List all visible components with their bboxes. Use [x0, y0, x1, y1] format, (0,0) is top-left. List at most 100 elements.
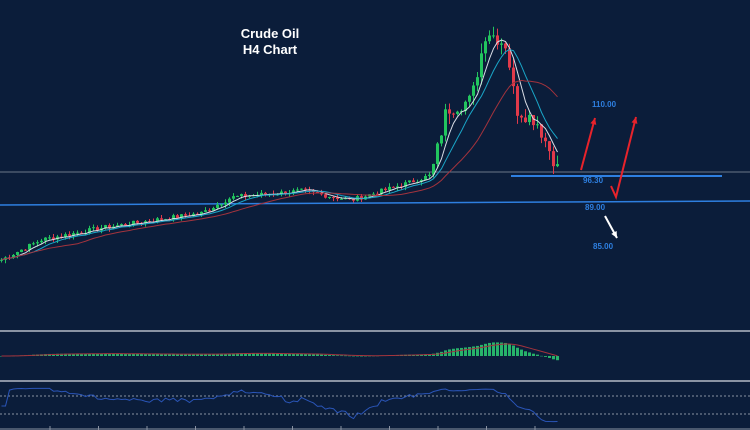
candle-body [328, 196, 331, 198]
macd-bar [520, 349, 523, 356]
candle-body [444, 109, 447, 136]
candle-body [520, 115, 523, 118]
candle-body [216, 204, 219, 209]
macd-bar [320, 354, 323, 356]
candle-body [452, 113, 455, 115]
macd-bar [312, 354, 315, 356]
candle-body [412, 180, 415, 183]
candle-body [528, 115, 531, 123]
title-instrument: Crude Oil [240, 26, 300, 41]
candle-body [472, 85, 475, 96]
candle-body [556, 164, 559, 167]
chart-title: Crude Oil H4 Chart [225, 26, 315, 58]
macd-bar [352, 355, 355, 357]
candle-body [240, 194, 243, 196]
candle-body [488, 35, 491, 42]
macd-bar [488, 342, 491, 356]
candle-body [160, 218, 163, 220]
candle-body [536, 124, 539, 126]
level-label-89: 89.00 [585, 203, 606, 212]
candle-body [36, 242, 39, 244]
title-timeframe: H4 Chart [242, 42, 298, 57]
macd-bar [284, 353, 287, 356]
panel-separator [0, 330, 750, 332]
candle-body [228, 198, 231, 203]
macd-bar [492, 342, 495, 356]
candle-body [176, 215, 179, 218]
level-label-96: 96.30 [583, 176, 604, 185]
candle-body [480, 53, 483, 78]
candle-body [456, 111, 459, 114]
candle-body [44, 237, 47, 241]
level-label-85: 85.00 [593, 242, 614, 251]
macd-bar [316, 354, 319, 356]
macd-bar [460, 347, 463, 356]
candle-body [136, 220, 139, 223]
candle-body [68, 234, 71, 236]
candle-body [384, 188, 387, 191]
candle-body [48, 237, 51, 239]
macd-bar [336, 355, 339, 356]
macd-bar [540, 355, 543, 357]
macd-bar [504, 342, 507, 356]
candle-body [476, 77, 479, 86]
candle-body [468, 95, 471, 102]
macd-bar [536, 354, 539, 356]
candle-body [340, 198, 343, 200]
macd-bar [512, 345, 515, 356]
candle-body [304, 188, 307, 190]
candle-body [504, 43, 507, 49]
candle-body [388, 186, 391, 191]
macd-bar [516, 347, 519, 356]
candle-body [224, 202, 227, 205]
candle-body [204, 210, 207, 212]
macd-bar [332, 355, 335, 356]
macd-bar [344, 355, 347, 357]
macd-bar [528, 352, 531, 356]
macd-bar [532, 353, 535, 356]
candle-body [20, 249, 23, 253]
candle-body [392, 186, 395, 188]
candle-body [372, 193, 375, 195]
candle-body [332, 196, 335, 198]
candle-body [548, 141, 551, 152]
candle-body [448, 109, 451, 114]
ma-mid-line [1, 49, 558, 261]
candle-body [544, 137, 547, 142]
candle-body [324, 194, 327, 198]
candle-body [484, 41, 487, 54]
candle-body [24, 249, 27, 251]
macd-bar [292, 353, 295, 356]
panel-separator [0, 380, 750, 382]
rsi-line [1, 387, 558, 423]
arrow-dip-rally [610, 116, 637, 201]
candle-body [300, 188, 303, 190]
candle-body [124, 224, 127, 226]
candle-body [296, 189, 299, 191]
macd-bar [508, 344, 511, 356]
support-line-89 [0, 200, 750, 206]
candle-body [208, 210, 211, 212]
candle-body [120, 224, 123, 226]
candle-body [436, 143, 439, 164]
macd-bar [348, 355, 351, 357]
candle-body [232, 196, 235, 199]
candle-body [220, 204, 223, 206]
candle-body [16, 252, 19, 255]
level-label-110: 110.00 [592, 100, 617, 109]
macd-bar [324, 354, 327, 356]
macd-bar [452, 348, 455, 356]
macd-bar [328, 355, 331, 356]
candle-body [428, 174, 431, 177]
macd-bar [276, 353, 279, 356]
macd-bar [456, 348, 459, 356]
macd-bar [544, 356, 547, 357]
candle-body [552, 151, 555, 167]
candle-body [92, 227, 95, 229]
price-chart [0, 26, 750, 430]
macd-bar [524, 351, 527, 356]
macd-bar [340, 355, 343, 357]
macd-bar [484, 343, 487, 356]
candle-body [40, 240, 43, 243]
candle-body [184, 214, 187, 216]
